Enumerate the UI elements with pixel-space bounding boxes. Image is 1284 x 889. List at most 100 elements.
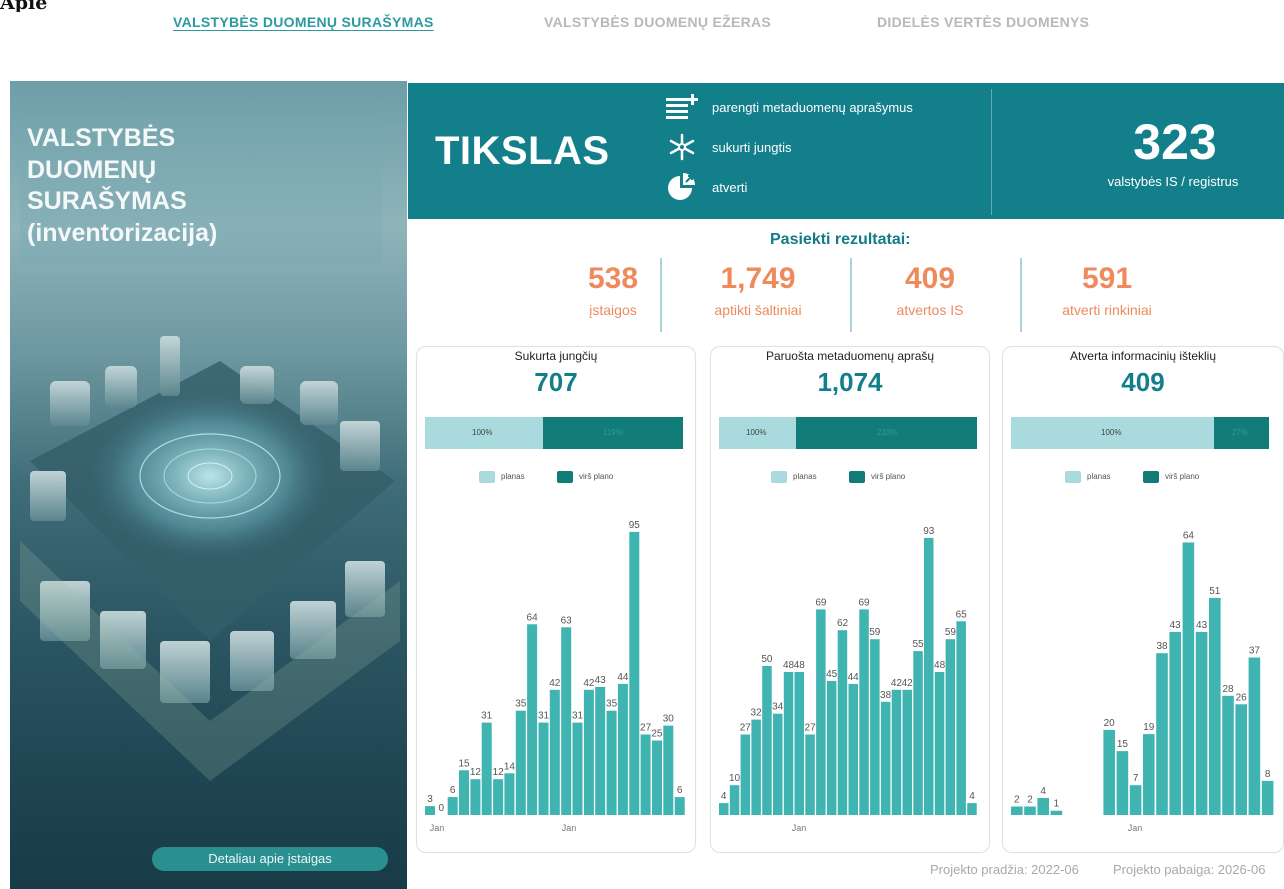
bar-value-label: 37 [1249,646,1261,657]
bar[interactable] [1195,631,1208,815]
bar-value-label: 50 [761,654,773,665]
kpi-label: įstaigos [589,302,637,318]
bar[interactable] [783,672,794,815]
progress-plan-label: 100% [472,428,493,437]
bar[interactable] [826,680,837,815]
bar-value-label: 43 [1196,620,1208,631]
bar[interactable] [740,734,751,816]
bar[interactable] [652,740,662,816]
bar[interactable] [595,686,606,815]
bar-value-label: 14 [504,761,516,772]
bar-value-label: 10 [729,773,741,784]
bar[interactable] [805,734,815,816]
kpi-value: 538 [587,262,639,295]
bar[interactable] [425,806,435,815]
bar-value-label: 4 [969,791,975,802]
tab-dideles-vertes-duomenys[interactable]: DIDELĖS VERTĖS DUOMENYS [877,14,1089,30]
bar[interactable] [1248,657,1261,816]
bar[interactable] [1156,653,1168,815]
page-heading-cropped: Apie [0,0,48,12]
progress-bar: 100% 233% [719,417,977,449]
bar-value-label: 30 [663,714,675,725]
bar[interactable] [1129,785,1142,815]
bar[interactable] [572,722,583,815]
bar[interactable] [504,773,515,815]
tab-valstybes-duomenu-surasymas[interactable]: VALSTYBĖS DUOMENŲ SURAŠYMAS [173,14,434,30]
bar[interactable] [924,537,934,815]
bar[interactable] [674,797,685,815]
progress-bar: 100% 119% [425,417,683,449]
bar[interactable] [527,624,538,815]
bar-value-label: 69 [815,597,827,608]
bar[interactable] [663,725,674,815]
bar[interactable] [891,689,902,815]
bar[interactable] [1024,806,1036,816]
bar[interactable] [1143,734,1155,815]
bar[interactable] [1209,597,1221,815]
bar[interactable] [1011,806,1023,816]
bar[interactable] [729,785,740,815]
bar[interactable] [515,710,526,815]
bar[interactable] [1050,810,1063,815]
bar[interactable] [1182,542,1195,816]
bar[interactable] [459,770,469,815]
bar[interactable] [481,722,492,815]
bar[interactable] [859,609,869,815]
bar-value-label: 44 [848,672,860,683]
bar[interactable] [880,701,891,815]
bar[interactable] [848,683,859,815]
bar-value-label: 3 [427,794,433,805]
bar-value-label: 19 [1143,722,1155,733]
bar[interactable] [549,689,560,815]
bar[interactable] [762,666,772,815]
bar[interactable] [837,630,848,815]
bar[interactable] [934,672,945,815]
bar[interactable] [1235,704,1247,815]
bar-value-label: 43 [1170,620,1182,631]
legend-plan-swatch [771,471,787,483]
bar[interactable] [1103,729,1115,815]
bar[interactable] [870,639,880,815]
details-institutions-button[interactable]: Detaliau apie įstaigas [152,847,388,871]
bar[interactable] [606,710,617,815]
bar[interactable] [561,627,572,815]
bar[interactable] [1169,631,1181,815]
bar-value-label: 25 [651,729,663,740]
tab-valstybes-duomenu-ezeras[interactable]: VALSTYBĖS DUOMENŲ EŽERAS [544,14,771,30]
goal-divider [991,89,992,215]
legend-over-label: virš plano [579,472,614,481]
bar-value-label: 27 [805,723,817,734]
bar[interactable] [794,672,805,815]
bar[interactable] [493,779,504,815]
bar[interactable] [913,651,923,815]
chart-total: 409 [1121,367,1165,397]
bar[interactable] [538,722,549,815]
progress-plan-label: 100% [746,428,767,437]
bar[interactable] [773,713,783,815]
legend-over-label: virš plano [1165,472,1200,481]
bar[interactable] [1116,751,1129,815]
bar[interactable] [640,734,651,816]
bar[interactable] [617,683,628,815]
bar-value-label: 42 [583,678,595,689]
bar-value-label: 4 [721,791,727,802]
bar[interactable] [1037,798,1049,815]
bar[interactable] [902,689,913,815]
bar[interactable] [816,609,826,815]
bar[interactable] [751,719,761,815]
bar[interactable] [967,803,977,815]
bar[interactable] [447,797,458,815]
bar[interactable] [583,689,594,815]
bar[interactable] [1222,695,1234,815]
bar[interactable] [1261,780,1274,815]
bar[interactable] [629,531,640,815]
bar-value-label: 4 [1040,786,1046,797]
bar[interactable] [956,621,966,815]
bar[interactable] [470,779,481,815]
kpi-label: atvertos IS [896,302,964,318]
hero-panel: VALSTYBĖS DUOMENŲ SURAŠYMAS (inventoriza… [10,81,407,889]
hero-title: VALSTYBĖS DUOMENŲ SURAŠYMAS (inventoriza… [27,124,218,247]
bar[interactable] [945,639,956,815]
bar[interactable] [719,803,729,815]
bar-chart: 306151231121435643142633142 4335449527253… [425,520,685,833]
